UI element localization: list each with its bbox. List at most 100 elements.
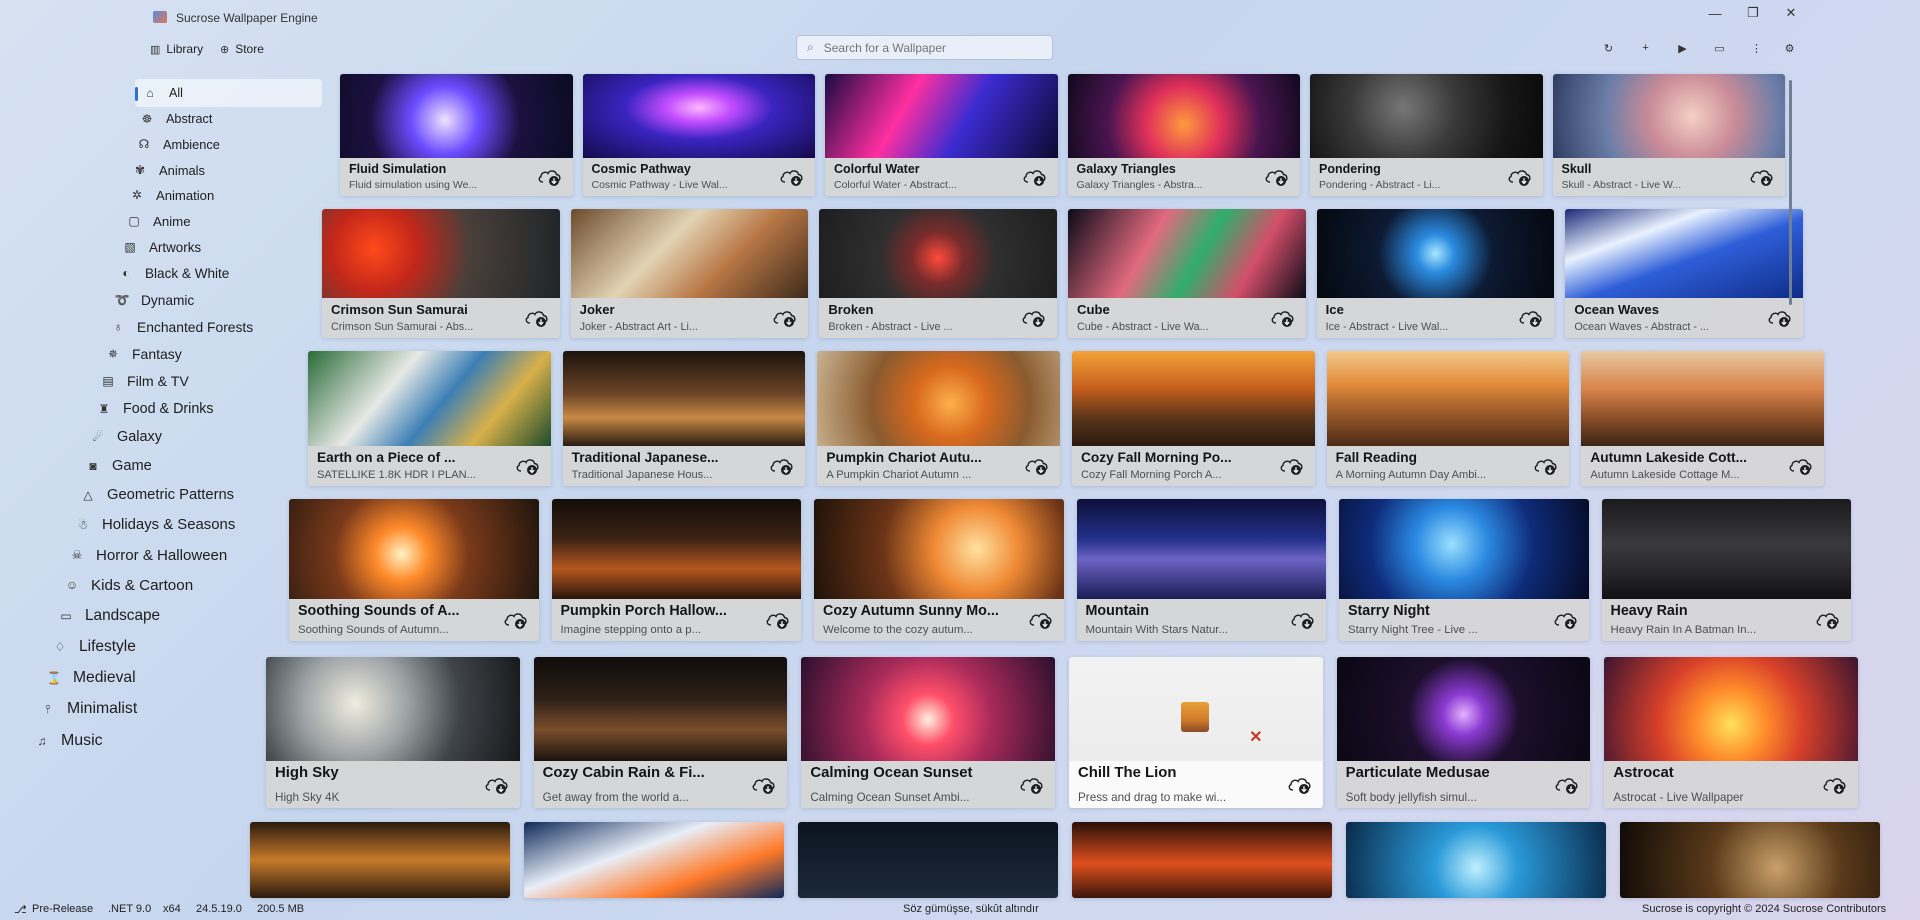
wallpaper-card[interactable]: Joker Joker - Abstract Art - Li...	[570, 209, 809, 338]
sidebar-item-abstract[interactable]: ☸ Abstract	[140, 105, 213, 133]
download-button[interactable]	[1021, 308, 1047, 328]
search-input[interactable]	[823, 40, 1034, 55]
wallpaper-card[interactable]: Colorful Water Colorful Water - Abstract.…	[825, 74, 1058, 196]
download-button[interactable]	[751, 775, 777, 795]
play-button[interactable]: ▶	[1664, 40, 1701, 56]
download-button[interactable]	[769, 456, 795, 476]
wallpaper-card[interactable]: Ice Ice - Abstract - Live Wal...	[1316, 209, 1555, 338]
download-button[interactable]	[765, 610, 791, 630]
sidebar-item-holidays-seasons[interactable]: ☃ Holidays & Seasons	[76, 511, 236, 539]
download-button[interactable]	[515, 456, 541, 476]
wallpaper-card[interactable]: Mountain Mountain With Stars Natur...	[1076, 499, 1326, 641]
download-button[interactable]	[1019, 775, 1045, 795]
download-button[interactable]	[1788, 456, 1814, 476]
tab-store[interactable]: ⊕ Store	[220, 42, 264, 56]
download-button[interactable]	[1518, 308, 1544, 328]
sidebar-item-horror-halloween[interactable]: ☠ Horror & Halloween	[70, 541, 228, 569]
download-button[interactable]	[1270, 308, 1296, 328]
wallpaper-card[interactable]	[524, 822, 784, 898]
download-button[interactable]	[1287, 775, 1313, 795]
sidebar-item-ambience[interactable]: ☊ Ambience	[137, 130, 220, 158]
download-button[interactable]	[1290, 610, 1316, 630]
sidebar-item-minimalist[interactable]: ⫯ Minimalist	[41, 695, 137, 723]
search-box[interactable]: ⌕	[796, 35, 1053, 60]
sidebar-item-artworks[interactable]: ▧ Artworks	[123, 233, 201, 261]
wallpaper-card[interactable]: Cozy Fall Morning Po... Cozy Fall Morning…	[1072, 351, 1315, 486]
sidebar-item-dynamic[interactable]: ➰ Dynamic	[115, 286, 195, 314]
wallpaper-card[interactable]: Ocean Waves Ocean Waves - Abstract - ...	[1565, 209, 1803, 338]
download-button[interactable]	[484, 775, 510, 795]
download-button[interactable]	[503, 610, 529, 630]
wallpaper-card[interactable]: Pumpkin Porch Hallow... Imagine stepping …	[551, 499, 801, 641]
download-button[interactable]	[1554, 775, 1580, 795]
download-button[interactable]	[1024, 456, 1050, 476]
wallpaper-card[interactable]: Cube Cube - Abstract - Live Wa...	[1068, 209, 1306, 338]
sidebar-item-film-tv[interactable]: ▤ Film & TV	[101, 367, 188, 395]
wallpaper-card[interactable]	[1072, 822, 1332, 898]
wallpaper-card[interactable]	[1620, 822, 1880, 898]
sidebar-item-enchanted-forests[interactable]: ♁ Enchanted Forests	[111, 313, 254, 341]
wallpaper-card[interactable]: Broken Broken - Abstract - Live ...	[819, 209, 1057, 338]
wallpaper-card[interactable]: Heavy Rain Heavy Rain In A Batman In...	[1601, 499, 1851, 641]
wallpaper-card[interactable]: Earth on a Piece of ... SATELLIKE 1.8K HD…	[308, 351, 551, 486]
wallpaper-card[interactable]: Cozy Cabin Rain & Fi... Get away from the…	[533, 657, 788, 808]
close-button[interactable]: ✕	[1772, 2, 1810, 24]
wallpaper-card[interactable]: Starry Night Starry Night Tree - Live ...	[1339, 499, 1589, 641]
download-button[interactable]	[1028, 610, 1054, 630]
wallpaper-card[interactable]: Soothing Sounds of A... Soothing Sounds o…	[289, 499, 539, 641]
wallpaper-card[interactable]	[798, 822, 1058, 898]
sidebar-item-game[interactable]: ◙ Game	[86, 452, 151, 480]
display-button[interactable]: ▭	[1701, 40, 1738, 56]
download-button[interactable]	[1264, 167, 1290, 187]
wallpaper-card[interactable]: Calming Ocean Sunset Calming Ocean Sunset…	[801, 657, 1055, 808]
wallpaper-card[interactable]: ✕ Chill The Lion Press and drag to make wi…	[1069, 657, 1323, 808]
download-button[interactable]	[1022, 167, 1048, 187]
sidebar-item-music[interactable]: ♫ Music	[35, 727, 103, 755]
wallpaper-card[interactable]: Fluid Simulation Fluid simulation using W…	[340, 74, 573, 196]
add-button[interactable]: +	[1627, 40, 1664, 56]
maximize-button[interactable]: ❐	[1734, 2, 1772, 24]
download-button[interactable]	[1749, 167, 1775, 187]
wallpaper-card[interactable]: Crimson Sun Samurai Crimson Sun Samurai -…	[322, 209, 560, 338]
sidebar-item-fantasy[interactable]: ✵ Fantasy	[106, 340, 182, 368]
wallpaper-card[interactable]: Pondering Pondering - Abstract - Li...	[1310, 74, 1543, 196]
wallpaper-card[interactable]: Traditional Japanese... Traditional Japan…	[562, 351, 806, 486]
download-button[interactable]	[1822, 775, 1848, 795]
wallpaper-card[interactable]: Autumn Lakeside Cott... Autumn Lakeside C…	[1581, 351, 1824, 486]
sidebar-item-medieval[interactable]: ⌛ Medieval	[47, 664, 136, 692]
tab-library[interactable]: ▥ Library	[150, 42, 203, 56]
download-button[interactable]	[1553, 610, 1579, 630]
wallpaper-card[interactable]: Astrocat Astrocat - Live Wallpaper	[1604, 657, 1858, 808]
wallpaper-card[interactable]	[250, 822, 510, 898]
download-button[interactable]	[537, 167, 563, 187]
download-button[interactable]	[772, 308, 798, 328]
download-button[interactable]	[1815, 610, 1841, 630]
download-button[interactable]	[1507, 167, 1533, 187]
download-button[interactable]	[1279, 456, 1305, 476]
sidebar-item-black-white[interactable]: ◐ Black & White	[119, 259, 229, 287]
minimize-button[interactable]: —	[1696, 2, 1734, 24]
scrollbar-thumb[interactable]	[1789, 80, 1792, 305]
download-button[interactable]	[779, 167, 805, 187]
sidebar-item-all[interactable]: ⌂ All	[135, 79, 322, 107]
refresh-button[interactable]: ↻	[1590, 40, 1627, 56]
sidebar-item-kids-cartoon[interactable]: ☺ Kids & Cartoon	[65, 571, 193, 599]
sidebar-item-animation[interactable]: ✲ Animation	[130, 181, 214, 209]
sidebar-item-landscape[interactable]: ▭ Landscape	[59, 602, 160, 630]
more-button[interactable]: ⋮	[1738, 40, 1775, 56]
wallpaper-card[interactable]	[1346, 822, 1606, 898]
download-button[interactable]	[1533, 456, 1559, 476]
wallpaper-card[interactable]: Cozy Autumn Sunny Mo... Welcome to the co…	[814, 499, 1064, 641]
settings-button[interactable]: ⚙	[1771, 40, 1808, 56]
wallpaper-card[interactable]: Cosmic Pathway Cosmic Pathway - Live Wal.…	[582, 74, 815, 196]
wallpaper-card[interactable]: Particulate Medusae Soft body jellyfish s…	[1336, 657, 1591, 808]
wallpaper-card[interactable]: High Sky High Sky 4K	[266, 657, 520, 808]
sidebar-item-geometric-patterns[interactable]: △ Geometric Patterns	[81, 481, 234, 509]
sidebar-item-galaxy[interactable]: ☄ Galaxy	[91, 423, 162, 451]
sidebar-item-lifestyle[interactable]: ♢ Lifestyle	[53, 633, 136, 661]
sidebar-item-food-drinks[interactable]: ♜ Food & Drinks	[97, 395, 214, 423]
wallpaper-card[interactable]: Galaxy Triangles Galaxy Triangles - Abstr…	[1067, 74, 1300, 196]
download-button[interactable]	[1767, 308, 1793, 328]
download-button[interactable]	[524, 308, 550, 328]
sidebar-item-animals[interactable]: ✾ Animals	[133, 156, 205, 184]
